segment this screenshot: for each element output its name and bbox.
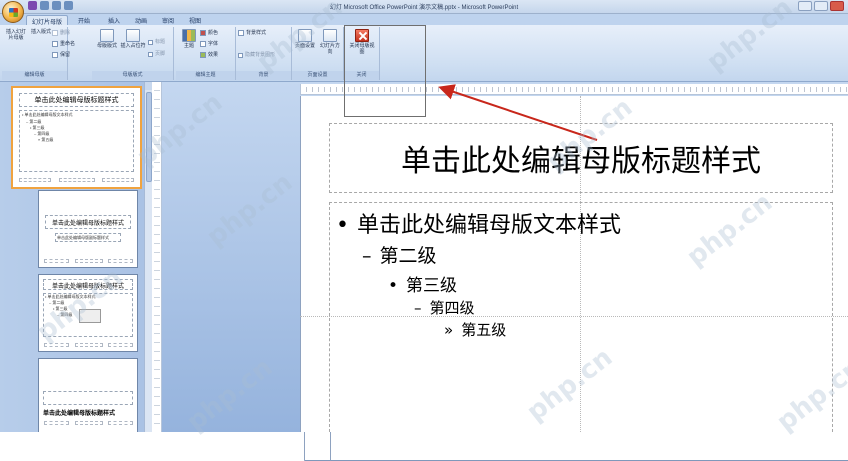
master-thumb-level5: » 第五级 [38, 137, 54, 142]
tab-view[interactable]: 视图 [184, 15, 206, 25]
bullet-level3: • 第三级 [388, 271, 457, 296]
bullet-marker-5: » [444, 321, 454, 339]
group-page-setup: 页面设置 幻灯片方向 页面设置 [292, 27, 344, 80]
insert-layout-button[interactable]: 插入版式 [30, 29, 848, 461]
tab-home[interactable]: 开始 [73, 15, 95, 25]
layout2-thumb-title: 单击此处编辑母版标题样式 [51, 284, 124, 290]
group-master-layout: 母版版式 插入占位符 标题 页脚 母版版式 [92, 27, 174, 80]
bullet-marker-3: • [388, 276, 399, 296]
rename-button[interactable]: 重命名 [52, 41, 75, 47]
preserve-button[interactable]: 保留 [52, 52, 70, 58]
title-bar: 幻灯 Microsoft Office PowerPoint 演示文稿.pptx… [0, 0, 848, 14]
colors-icon [200, 30, 206, 36]
group-label-background: 背景 [236, 71, 291, 80]
bullet-text-2: 第二级 [379, 245, 437, 267]
slide-orientation-button[interactable]: 幻灯片方向 [318, 29, 342, 55]
layout-thumbnail-content[interactable]: 单击此处编辑母版标题样式 • 单击此处编辑母版文本样式 – 第二级 • 第三级 … [38, 274, 138, 352]
tab-slide-master[interactable]: 幻灯片母版 [26, 15, 69, 26]
title-checkbox[interactable]: 标题 [148, 39, 165, 45]
hide-background-checkbox[interactable]: 隐藏背景图形 [238, 52, 275, 58]
bullet-marker-1: • [336, 213, 349, 238]
bullet-marker-2: – [362, 245, 372, 267]
page-setup-icon [298, 29, 312, 42]
master-thumb-body: • 单击此处编辑母版文本样式 [22, 112, 73, 117]
ribbon-tabs: 幻灯片母版 开始 插入 动画 审阅 视图 [0, 14, 848, 26]
insert-master-button[interactable]: 插入幻灯片母版 [4, 29, 848, 461]
master-layout-icon [100, 29, 114, 42]
slide-master-thumbnail[interactable]: 单击此处编辑母版标题样式 • 单击此处编辑母版文本样式 – 第二级 • 第三级 … [11, 86, 142, 189]
preserve-icon [52, 52, 58, 58]
bullet-text-4: 第四级 [429, 299, 475, 317]
office-button[interactable] [2, 1, 24, 23]
group-edit-theme: 主题 颜色 字体 效果 编辑主题 [176, 27, 236, 80]
group-label-edit-theme: 编辑主题 [176, 71, 235, 80]
insert-placeholder-button[interactable]: 插入占位符 [120, 29, 146, 49]
layout2-thumb-level4: – 第四级 [57, 312, 73, 317]
close-button[interactable] [830, 1, 844, 11]
page-setup-button[interactable]: 页面设置 [294, 29, 316, 49]
group-label-edit-master: 编辑母版 [2, 71, 67, 80]
title-placeholder[interactable]: 单击此处编辑母版标题样式 [329, 123, 833, 193]
fonts-button[interactable]: 字体 [200, 41, 218, 47]
colors-button[interactable]: 颜色 [200, 30, 218, 36]
group-edit-master: 插入幻灯片母版 插入版式 删除 重命名 保留 编辑母版 [2, 27, 848, 461]
effects-icon [200, 52, 206, 58]
bullet-text-3: 第三级 [406, 276, 458, 296]
layout1-thumb-title: 单击此处编辑母版标题样式 [51, 221, 124, 227]
minimize-button[interactable] [798, 1, 812, 11]
tab-review[interactable]: 审阅 [157, 15, 179, 25]
tab-insert[interactable]: 插入 [103, 15, 125, 25]
placeholder-icon-group [79, 309, 101, 323]
group-label-master-layout: 母版版式 [92, 71, 173, 80]
slide-title: 单击此处编辑母版标题样式 [401, 144, 761, 179]
bullet-text-1: 单击此处编辑母版文本样式 [356, 213, 621, 238]
effects-button[interactable]: 效果 [200, 52, 218, 58]
layout1-thumb-subtitle: 单击此处编辑母版副标题样式 [57, 235, 109, 240]
bullet-level1: • 单击此处编辑母版文本样式 [336, 207, 621, 239]
slide-orientation-icon [323, 29, 337, 42]
fonts-icon [200, 41, 206, 47]
insert-placeholder-icon [126, 29, 140, 42]
theme-icon [182, 29, 196, 42]
delete-icon [52, 30, 58, 36]
tab-animation[interactable]: 动画 [130, 15, 152, 25]
layout-thumbnail-title[interactable]: 单击此处编辑母版标题样式 单击此处编辑母版副标题样式 [38, 190, 138, 268]
master-thumb-title: 单击此处编辑母版标题样式 [34, 97, 119, 104]
theme-button[interactable]: 主题 [178, 29, 200, 49]
background-styles-button[interactable]: 背景样式 [238, 30, 266, 36]
group-label-page-setup: 页面设置 [292, 71, 343, 80]
delete-button[interactable]: 删除 [52, 30, 70, 36]
vertical-ruler [152, 82, 162, 432]
maximize-button[interactable] [814, 1, 828, 11]
annotation-highlight-box [344, 25, 426, 117]
bullet-level5: » 第五级 [444, 319, 506, 340]
bullet-text-5: 第五级 [461, 321, 507, 339]
group-background: 背景样式 隐藏背景图形 背景 [236, 27, 292, 80]
window-title: 幻灯 Microsoft Office PowerPoint 演示文稿.pptx… [329, 5, 519, 11]
footer-checkbox[interactable]: 页脚 [148, 51, 165, 57]
background-styles-icon [238, 30, 244, 36]
bullet-level4: – 第四级 [414, 297, 475, 318]
master-layout-button[interactable]: 母版版式 [96, 29, 118, 49]
rename-icon [52, 41, 58, 47]
layout-thumbnail-section[interactable]: 单击此处编辑母版标题样式 [38, 358, 138, 432]
thumbnail-scrollbar[interactable] [144, 82, 153, 432]
bullet-marker-4: – [414, 299, 422, 317]
layout3-thumb-title: 单击此处编辑母版标题样式 [43, 411, 116, 417]
window-controls [798, 1, 844, 11]
bullet-level2: – 第二级 [362, 241, 437, 268]
